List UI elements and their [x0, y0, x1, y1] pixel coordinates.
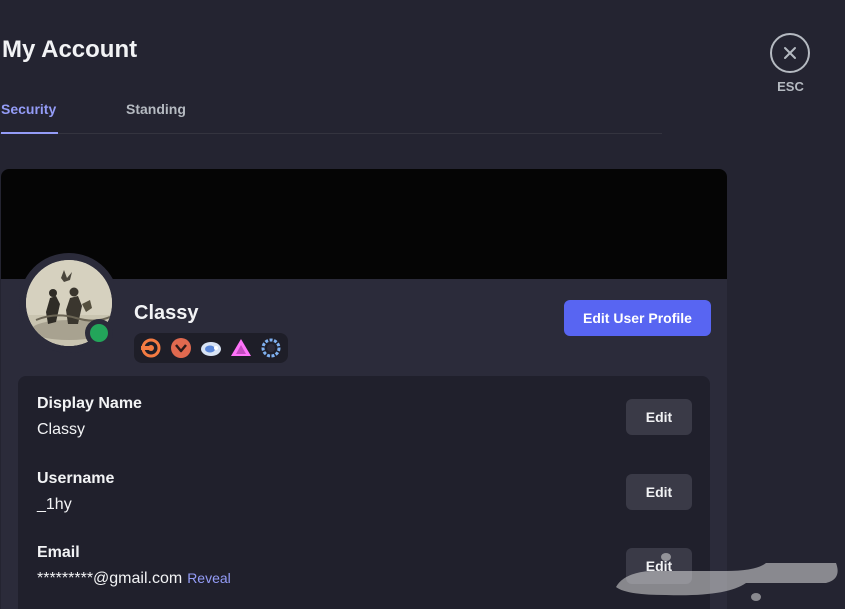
email-label: Email: [37, 544, 80, 561]
tab-bar: Security Standing: [0, 88, 662, 134]
display-name-label: Display Name: [37, 395, 142, 412]
nitro-icon[interactable]: [170, 337, 192, 359]
badge-list: [134, 333, 288, 363]
page-title: My Account: [2, 36, 138, 63]
esc-label: ESC: [777, 79, 804, 94]
profile-display-name: Classy: [134, 302, 199, 324]
status-indicator: [85, 319, 113, 347]
edit-display-name-button[interactable]: Edit: [626, 399, 692, 435]
online-status-dot: [90, 324, 108, 342]
tab-security[interactable]: Security: [1, 101, 56, 117]
username-value: _1hy: [37, 496, 72, 513]
email-value-row: *********@gmail.com Reveal: [37, 570, 231, 588]
laurel-icon[interactable]: [260, 337, 282, 359]
account-settings-page: My Account Security Standing ESC Classy …: [0, 0, 845, 609]
display-name-field: Display Name Classy: [37, 395, 142, 439]
edit-username-button[interactable]: Edit: [626, 474, 692, 510]
username-field: Username _1hy: [37, 470, 114, 514]
username-label: Username: [37, 470, 115, 487]
account-info-panel: Display Name Classy Edit Username _1hy E…: [18, 376, 710, 609]
edit-user-profile-button[interactable]: Edit User Profile: [564, 300, 711, 336]
edit-email-button[interactable]: Edit: [626, 548, 692, 584]
reveal-email-link[interactable]: Reveal: [187, 570, 231, 586]
hypesquad-icon[interactable]: [140, 337, 162, 359]
display-name-value: Classy: [37, 421, 86, 438]
close-icon: [784, 47, 796, 59]
email-value: *********@gmail.com: [37, 570, 183, 587]
quest-icon[interactable]: [200, 337, 222, 359]
tab-standing[interactable]: Standing: [126, 101, 186, 117]
profile-card: Classy Edit User Profile Display Name Cl: [1, 169, 727, 609]
active-tab-indicator: [1, 132, 58, 134]
close-button[interactable]: [770, 33, 810, 73]
profile-banner: [1, 169, 727, 279]
boost-icon[interactable]: [230, 337, 252, 359]
avatar-container: [19, 253, 119, 353]
email-field: Email *********@gmail.com Reveal: [37, 544, 231, 588]
close-control: ESC: [770, 33, 811, 94]
